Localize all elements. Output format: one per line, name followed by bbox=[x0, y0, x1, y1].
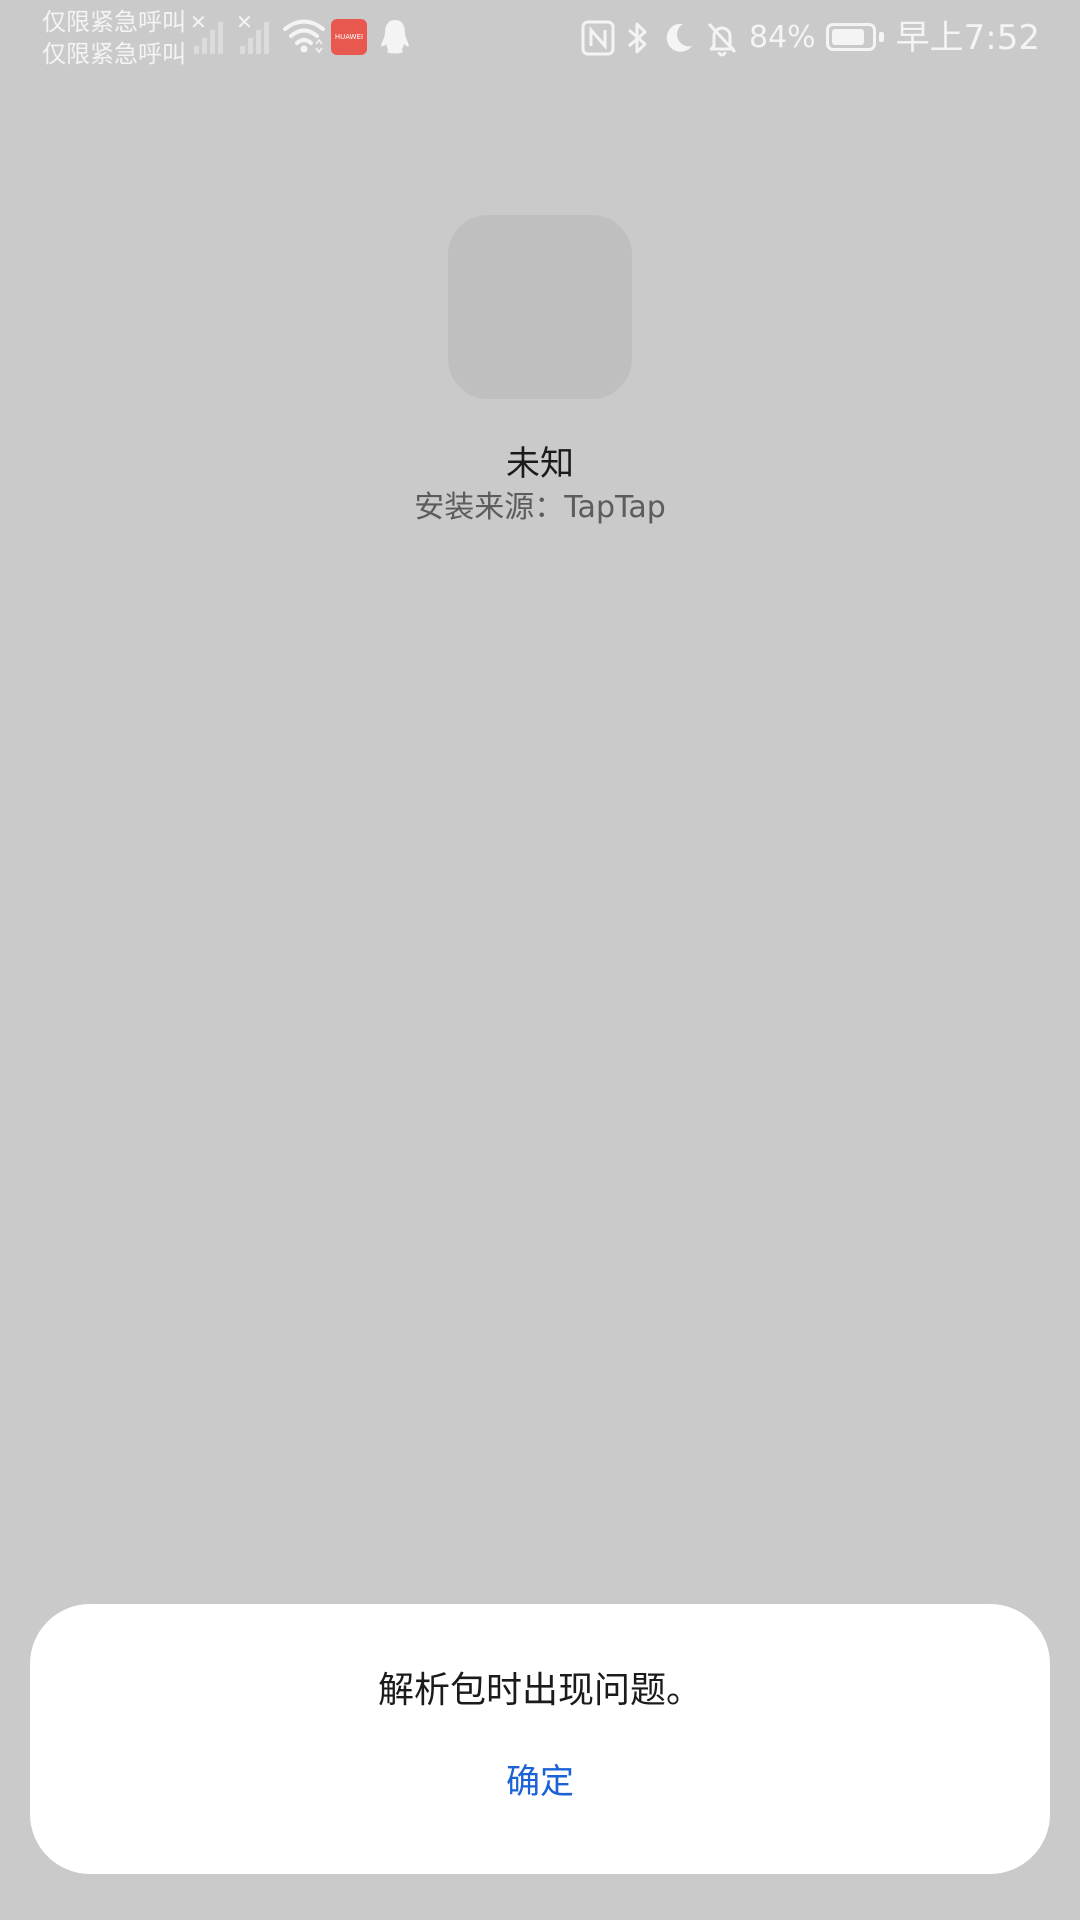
bluetooth-icon bbox=[627, 22, 647, 54]
huawei-appgallery-icon: HUAWEI bbox=[331, 19, 367, 55]
error-dialog: 解析包时出现问题。 确定 bbox=[30, 1604, 1050, 1874]
status-bar: 仅限紧急呼叫 仅限紧急呼叫 ✕ ✕ HUAWEI 84% 早上7:52 bbox=[0, 0, 1080, 76]
sim1-signal-icon: ✕ bbox=[190, 12, 232, 54]
carrier-text: 仅限紧急呼叫 仅限紧急呼叫 bbox=[42, 6, 186, 70]
moon-icon bbox=[666, 23, 692, 52]
app-icon-placeholder bbox=[448, 215, 632, 399]
nfc-icon bbox=[581, 20, 615, 56]
wifi-icon bbox=[283, 19, 325, 54]
install-source: 安装来源：TapTap bbox=[414, 490, 666, 525]
carrier-line-2: 仅限紧急呼叫 bbox=[42, 40, 186, 68]
carrier-line-1: 仅限紧急呼叫 bbox=[42, 8, 186, 36]
bell-off-icon bbox=[707, 22, 737, 57]
app-name: 未知 bbox=[506, 444, 574, 484]
battery-icon bbox=[825, 23, 886, 53]
sim2-signal-icon: ✕ bbox=[236, 12, 278, 54]
clock: 早上7:52 bbox=[895, 18, 1040, 58]
status-right-group: 84% 早上7:52 bbox=[581, 16, 1040, 60]
battery-percent: 84% bbox=[748, 20, 816, 55]
dialog-message: 解析包时出现问题。 bbox=[377, 1670, 702, 1711]
qq-penguin-icon bbox=[381, 20, 409, 54]
confirm-button[interactable]: 确定 bbox=[440, 1750, 640, 1814]
